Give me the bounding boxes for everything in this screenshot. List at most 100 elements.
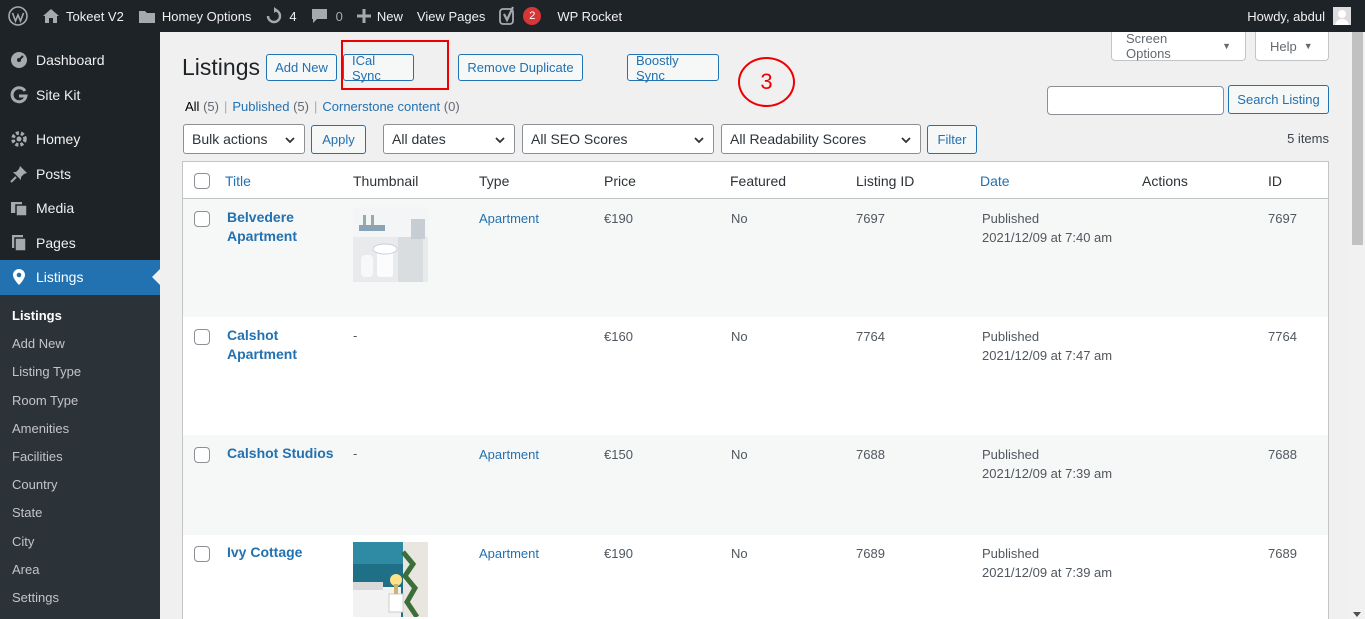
listing-date-value: 2021/12/09 at 7:47 am	[982, 348, 1113, 363]
wp-rocket-link[interactable]: WP Rocket	[548, 0, 629, 32]
main-content: Screen Options ▼ Help ▼ Listings Add New…	[160, 31, 1350, 619]
sidebar-item-media[interactable]: Media	[0, 191, 160, 226]
sidebar-item-label: Dashboard	[36, 52, 105, 69]
date-filter-select[interactable]: All dates	[383, 124, 515, 154]
avatar	[1333, 7, 1351, 25]
filter-all[interactable]: All (5)	[185, 99, 219, 114]
new-content-link[interactable]: New	[350, 0, 410, 32]
boostly-sync-button[interactable]: Boostly Sync	[627, 53, 719, 83]
row-checkbox[interactable]	[194, 329, 210, 345]
wp-rocket-label: WP Rocket	[557, 8, 623, 24]
filter-cornerstone[interactable]: Cornerstone content (0)	[322, 99, 459, 114]
listing-title-link[interactable]: Calshot Studios	[227, 444, 357, 463]
row-checkbox[interactable]	[194, 546, 210, 562]
listing-type-link[interactable]: Apartment	[479, 546, 539, 561]
submenu-item-facilities[interactable]: Facilities	[0, 442, 160, 470]
filter-published[interactable]: Published (5)	[232, 99, 309, 114]
listing-date-status: Published	[982, 546, 1040, 561]
scrollbar-thumb[interactable]	[1352, 32, 1363, 245]
submenu-item-room-type[interactable]: Room Type	[0, 386, 160, 414]
listing-price: €160	[604, 329, 633, 344]
submenu-item-settings[interactable]: Settings	[0, 583, 160, 611]
listing-title-link[interactable]: Belvedere Apartment	[227, 208, 337, 246]
sidebar-item-dashboard[interactable]: Dashboard	[0, 43, 160, 78]
listing-title-link[interactable]: Calshot Apartment	[227, 326, 337, 364]
submenu-item-area[interactable]: Area	[0, 555, 160, 583]
filter-all-count: (5)	[203, 99, 219, 114]
listing-title-link[interactable]: Ivy Cottage	[227, 543, 337, 562]
submenu-item-add-new[interactable]: Add New	[0, 330, 160, 358]
submenu-item-amenities[interactable]: Amenities	[0, 414, 160, 442]
home-icon	[42, 8, 60, 24]
apply-button[interactable]: Apply	[311, 125, 366, 154]
listing-id-value: 7697	[856, 211, 885, 226]
table-row: Ivy Cottage Apartment €190 No 7689 Publi…	[183, 535, 1328, 619]
submenu-item-state[interactable]: State	[0, 499, 160, 527]
sidebar-item-posts[interactable]: Posts	[0, 157, 160, 192]
column-date[interactable]: Date	[980, 173, 1010, 189]
remove-duplicate-button[interactable]: Remove Duplicate	[458, 54, 583, 81]
search-listing-button[interactable]: Search Listing	[1228, 85, 1329, 114]
view-pages-link[interactable]: View Pages	[410, 0, 492, 32]
add-new-button[interactable]: Add New	[266, 54, 337, 81]
screen-options-button[interactable]: Screen Options ▼	[1111, 31, 1246, 61]
sidebar-item-listings[interactable]: Listings	[0, 260, 160, 295]
page-scrollbar[interactable]	[1350, 32, 1365, 619]
submenu-item-listings[interactable]: Listings	[0, 302, 160, 330]
scroll-down-arrow-icon[interactable]	[1353, 612, 1361, 617]
submenu-item-country[interactable]: Country	[0, 471, 160, 499]
help-button[interactable]: Help ▼	[1255, 32, 1329, 61]
yoast-icon	[499, 6, 517, 26]
annotation-highlight-box	[341, 40, 449, 90]
updates-link[interactable]: 4	[258, 0, 303, 32]
help-label: Help	[1270, 38, 1297, 54]
listing-type-link[interactable]: Apartment	[479, 447, 539, 462]
listing-featured: No	[731, 329, 748, 344]
my-account[interactable]: Howdy, abdul	[1247, 0, 1365, 32]
sidebar-item-label: Pages	[36, 234, 76, 251]
bulk-actions-select[interactable]: Bulk actions	[183, 124, 305, 154]
row-checkbox[interactable]	[194, 447, 210, 463]
sidebar-item-homey[interactable]: Homey	[0, 122, 160, 157]
listing-date: Published 2021/12/09 at 7:40 am	[982, 209, 1112, 247]
column-title[interactable]: Title	[225, 173, 251, 189]
filter-button[interactable]: Filter	[927, 125, 977, 154]
sidebar-item-site-kit[interactable]: Site Kit	[0, 78, 160, 113]
items-count: 5 items	[1287, 131, 1329, 146]
column-actions: Actions	[1142, 173, 1188, 189]
sidebar-item-pages[interactable]: Pages	[0, 226, 160, 261]
submenu-item-city[interactable]: City	[0, 527, 160, 555]
sidebar-item-label: Site Kit	[36, 86, 81, 103]
listings-table: Title Thumbnail Type Price Featured List…	[182, 161, 1329, 619]
site-name-link[interactable]: Tokeet V2	[35, 0, 131, 32]
homey-options-link[interactable]: Homey Options	[131, 0, 259, 32]
filter-cornerstone-label: Cornerstone content	[322, 99, 441, 114]
comments-link[interactable]: 0	[304, 0, 350, 32]
listing-date-status: Published	[982, 329, 1040, 344]
listing-thumbnail[interactable]	[353, 542, 428, 617]
page-title: Listings	[182, 54, 260, 80]
annotation-step-circle: 3	[738, 57, 795, 107]
listings-submenu: Listings Add New Listing Type Room Type …	[0, 294, 160, 619]
comments-count: 0	[335, 8, 343, 24]
table-header: Title Thumbnail Type Price Featured List…	[183, 162, 1328, 199]
yoast-notification-badge: 2	[523, 7, 542, 25]
wordpress-logo-icon[interactable]	[0, 0, 35, 32]
pin-icon	[9, 164, 29, 184]
listing-type-link[interactable]: Apartment	[479, 211, 539, 226]
search-input[interactable]	[1047, 86, 1224, 115]
date-filter-value: All dates	[392, 131, 446, 147]
readability-score-select[interactable]: All Readability Scores	[721, 124, 921, 154]
yoast-seo-link[interactable]: 2	[492, 0, 548, 32]
listing-date-value: 2021/12/09 at 7:39 am	[982, 565, 1113, 580]
caret-down-icon: ▼	[1303, 41, 1313, 51]
row-checkbox[interactable]	[194, 211, 210, 227]
seo-score-select[interactable]: All SEO Scores	[522, 124, 714, 154]
submenu-item-listing-type[interactable]: Listing Type	[0, 358, 160, 386]
listing-date-status: Published	[982, 447, 1040, 462]
view-pages-label: View Pages	[416, 8, 486, 24]
filter-published-label: Published	[232, 99, 290, 114]
select-all-checkbox[interactable]	[194, 173, 210, 189]
chevron-down-icon	[494, 133, 506, 149]
listing-thumbnail[interactable]	[353, 207, 428, 282]
